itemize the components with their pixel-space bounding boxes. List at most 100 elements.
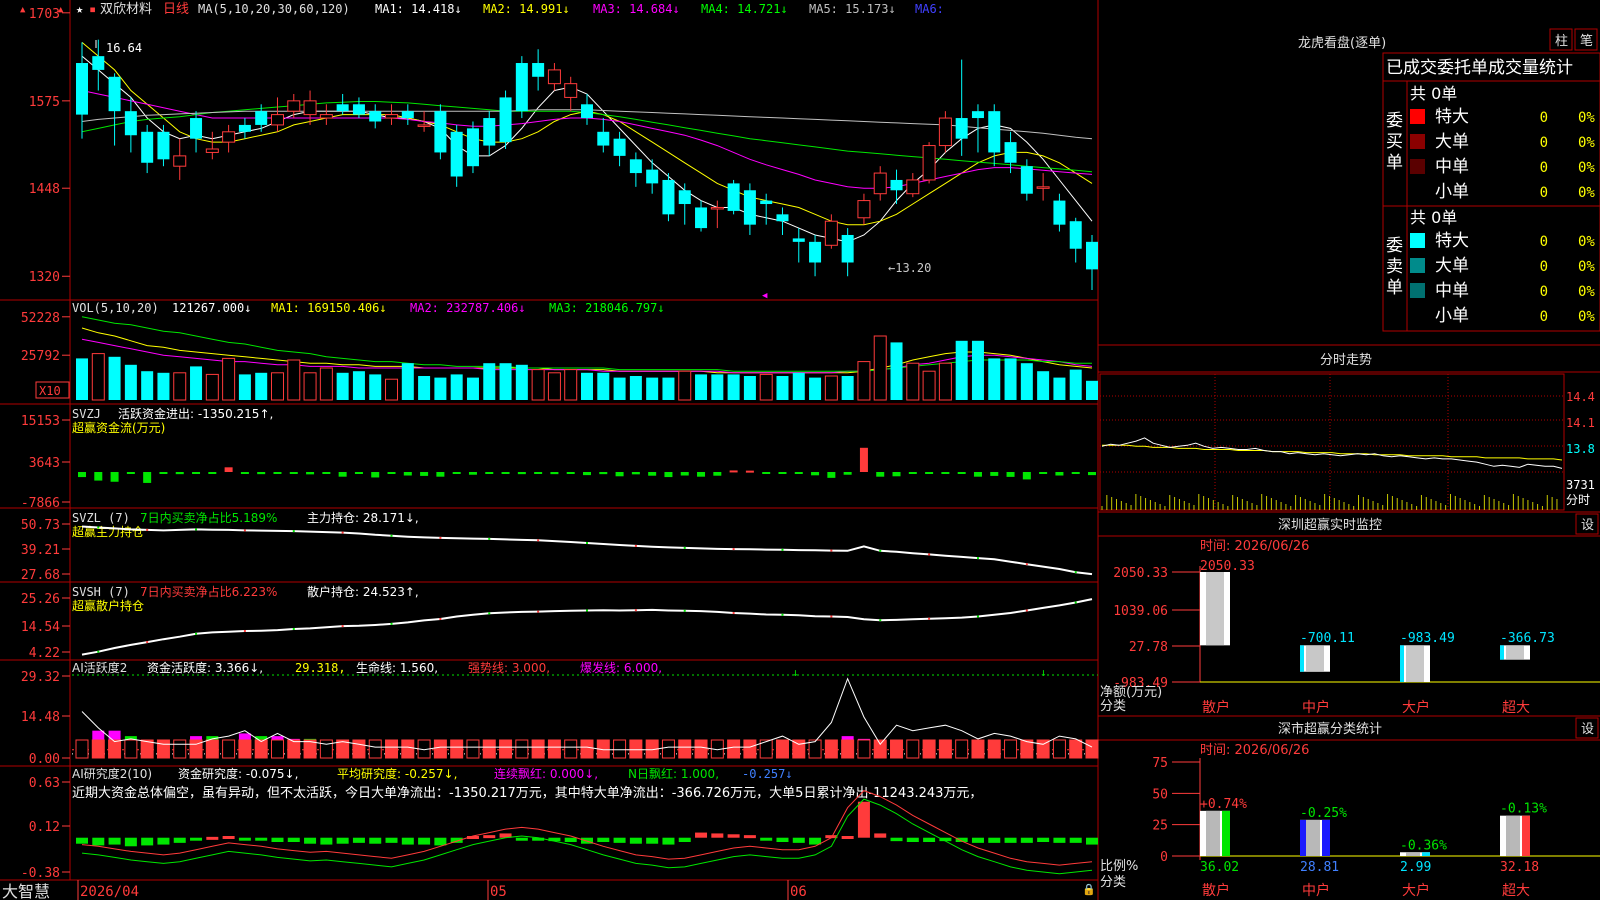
activity-base-bar bbox=[108, 739, 122, 759]
activity-base-bar bbox=[499, 739, 513, 759]
holding-point bbox=[488, 537, 491, 540]
candle-body bbox=[678, 190, 691, 205]
stat-category: 中户 bbox=[1302, 882, 1330, 899]
order-color-swatch bbox=[1410, 283, 1425, 298]
kline-y-axis: 1703 1575 1448 1320 bbox=[29, 7, 70, 285]
intraday-grid bbox=[1099, 373, 1565, 511]
svsh-holding: 散户持仓: 24.523↑, bbox=[307, 584, 419, 599]
stat-bar-color bbox=[1300, 819, 1306, 856]
holding-point bbox=[97, 526, 100, 529]
capital-flow-bar bbox=[94, 472, 103, 481]
ma-line-ma1 bbox=[81, 55, 1093, 243]
y-tick-label: 52228 bbox=[21, 311, 60, 326]
stat-change-label: -0.36% bbox=[1400, 838, 1447, 853]
y-tick-label: -0.38 bbox=[21, 866, 60, 881]
activity-base-bar bbox=[580, 739, 594, 759]
research-bar bbox=[124, 837, 137, 847]
candle-body bbox=[646, 169, 659, 184]
order-row-pct: 0% bbox=[1578, 135, 1595, 151]
order-row-pct: 0% bbox=[1578, 160, 1595, 176]
holding-point bbox=[781, 548, 784, 551]
research-bar bbox=[401, 837, 414, 845]
volume-bar bbox=[564, 369, 578, 401]
order-color-swatch bbox=[1410, 258, 1425, 273]
candle-body bbox=[287, 100, 301, 112]
order-row-label: 特大 bbox=[1435, 231, 1469, 251]
monitor-settings-label[interactable]: 设 bbox=[1581, 518, 1594, 533]
period-label[interactable]: 日线 bbox=[163, 2, 189, 17]
capital-flow-bar bbox=[843, 472, 852, 475]
research-bar bbox=[352, 837, 365, 843]
research-bar bbox=[711, 833, 724, 838]
capital-flow-bar bbox=[1071, 472, 1080, 474]
y-tick-label: -7866 bbox=[21, 496, 60, 511]
ma-header-item: MA2: 14.991↓ bbox=[483, 2, 570, 16]
capital-flow-bar bbox=[648, 472, 657, 476]
stat-bar-color bbox=[1222, 810, 1230, 856]
ma-indicator-label: MA(5,10,20,30,60,120) bbox=[198, 2, 350, 16]
candle-body bbox=[385, 114, 399, 119]
candle-body bbox=[76, 63, 88, 115]
research-bar bbox=[841, 836, 854, 839]
lock-icon[interactable]: 🔒 bbox=[1082, 883, 1096, 896]
consecutive-red-value: 连续飘红: 0.000↓, bbox=[494, 766, 598, 781]
volume-bar bbox=[287, 359, 301, 401]
research-bar bbox=[108, 837, 121, 845]
holding-point bbox=[781, 613, 784, 616]
capital-flow-bar bbox=[1039, 472, 1048, 474]
lhb-panel: 龙虎看盘(逐单) 柱 笔 已成交委托单成交量统计 委买单 委卖单 共 0单 共 … bbox=[1298, 28, 1600, 332]
candle-body bbox=[1020, 166, 1033, 194]
research-bar bbox=[776, 837, 789, 842]
activity-base-bar bbox=[433, 739, 447, 759]
holding-point bbox=[928, 553, 931, 556]
order-row-count: 0 bbox=[1540, 259, 1548, 275]
volume-bar bbox=[531, 369, 545, 401]
stock-name[interactable]: 双欣材料 bbox=[100, 2, 152, 17]
monitor-category-label: 分类 bbox=[1100, 699, 1126, 714]
activity-base-bar bbox=[564, 739, 578, 759]
y-tick-label: 15153 bbox=[21, 414, 60, 429]
activity-base-bar bbox=[906, 739, 920, 759]
holding-point bbox=[243, 629, 246, 632]
star-icon[interactable]: ★ bbox=[76, 2, 83, 16]
y-tick-label: 1320 bbox=[29, 270, 60, 285]
side-label-char: 委 bbox=[1386, 236, 1403, 256]
svzj-value: 活跃资金进出: -1350.215↑, bbox=[118, 406, 273, 421]
candle-body bbox=[466, 128, 479, 167]
holding-point bbox=[390, 534, 393, 537]
kline-panel: ★ ▪ 双欣材料 日线 MA(5,10,20,30,60,120) MA1: 1… bbox=[20, 2, 1098, 301]
stat-panel: 深市超赢分类统计 设 时间: 2026/06/26 75 50 25 0 +0.74% 3… bbox=[1100, 717, 1600, 899]
candle-body bbox=[124, 111, 137, 136]
y-tick-label: 1703 bbox=[29, 7, 60, 22]
y-tick-label: 4.22 bbox=[29, 646, 60, 661]
monitor-category: 散户 bbox=[1202, 699, 1230, 716]
y-tick-label: 27.68 bbox=[21, 568, 60, 583]
stat-value-label: 28.81 bbox=[1300, 860, 1339, 875]
monitor-category: 超大 bbox=[1502, 700, 1530, 716]
activity-base-bar bbox=[482, 739, 496, 759]
capital-flow-bar bbox=[436, 472, 445, 477]
capital-flow-bar bbox=[941, 472, 950, 474]
candle-body bbox=[157, 131, 170, 160]
holding-point bbox=[341, 531, 344, 534]
holding-point bbox=[976, 615, 979, 618]
svzl-ratio: 7日内买卖净占比5.189% bbox=[140, 510, 277, 525]
volume-bar bbox=[205, 373, 219, 401]
tick-view-label[interactable]: 笔 bbox=[1580, 33, 1593, 49]
activity-base-bar bbox=[971, 739, 985, 759]
ai-research-panel: AI研究度2(10) 资金研究度: -0.075↓, 平均研究度: -0.257… bbox=[21, 766, 1098, 881]
activity-base-bar bbox=[775, 739, 789, 759]
volume-bar bbox=[91, 353, 105, 401]
activity-base-bar bbox=[1004, 739, 1018, 759]
stat-settings-label[interactable]: 设 bbox=[1581, 722, 1594, 737]
order-row-pct: 0% bbox=[1578, 234, 1595, 250]
activity-base-bar bbox=[955, 739, 969, 759]
column-view-label[interactable]: 柱 bbox=[1555, 34, 1568, 49]
activity-base-bar bbox=[124, 739, 138, 759]
candle-body bbox=[971, 111, 984, 119]
research-bars bbox=[76, 790, 1098, 875]
side-label-char: 买 bbox=[1386, 132, 1403, 152]
research-bar bbox=[743, 835, 756, 839]
intraday-y-label: 14.4 bbox=[1566, 390, 1595, 404]
strong-line-label: 强势线: 3.000, bbox=[468, 661, 550, 675]
